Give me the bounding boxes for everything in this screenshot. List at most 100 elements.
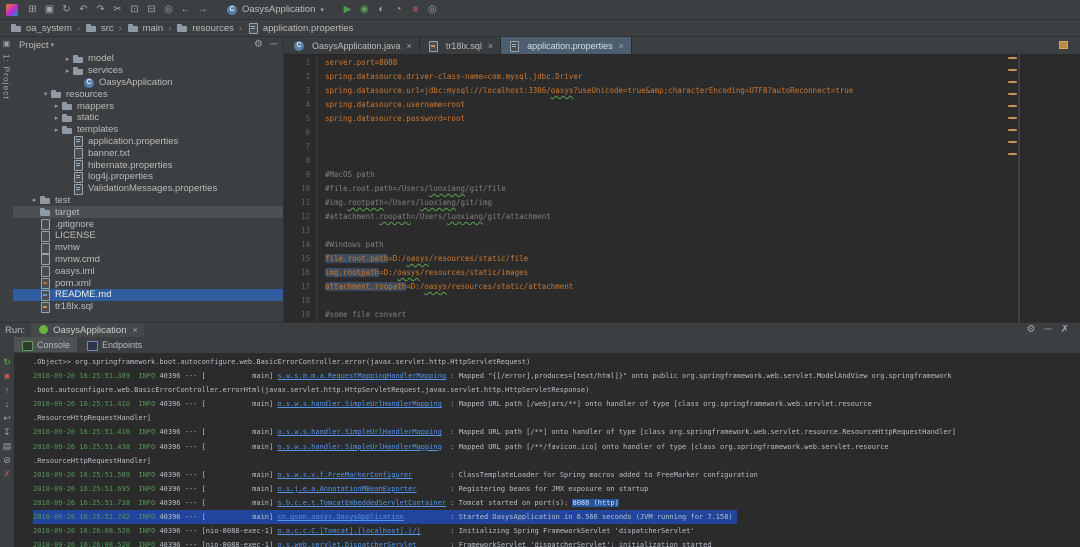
breadcrumb-item-main[interactable]: main: [125, 22, 166, 34]
editor-lines[interactable]: 1server.port=80882spring.datasource.driv…: [284, 54, 1080, 322]
stripe-mark[interactable]: [1008, 117, 1017, 119]
console-line[interactable]: 2018-09-26 16:25:51.589 INFO 40396 --- […: [33, 468, 1080, 482]
settings-gear-icon[interactable]: ⚙: [1027, 323, 1036, 337]
soft-wrap-icon[interactable]: ↩: [3, 413, 11, 423]
console-line[interactable]: 2018-09-26 16:25:51.410 INFO 40396 --- […: [33, 425, 1080, 439]
close-tab-icon[interactable]: ×: [619, 41, 624, 51]
down-stack-icon[interactable]: ↓: [5, 399, 10, 409]
redo-icon[interactable]: ↷: [92, 1, 109, 19]
stripe-mark[interactable]: [1008, 141, 1017, 143]
settings-gear-icon[interactable]: ⚙: [254, 38, 263, 52]
tree-item-mappers[interactable]: ▸mappers: [13, 100, 283, 112]
forward-icon[interactable]: →: [194, 1, 211, 19]
close-tab-icon[interactable]: ×: [407, 41, 412, 51]
paste-icon[interactable]: ⊟: [143, 1, 160, 19]
stripe-mark[interactable]: [1008, 57, 1017, 59]
open-icon[interactable]: ⊞: [24, 1, 41, 19]
breadcrumb-item-application.properties[interactable]: application.properties: [245, 22, 355, 34]
editor-scrollbar[interactable]: [1018, 54, 1020, 322]
stripe-mark[interactable]: [1008, 69, 1017, 71]
tab-application.properties[interactable]: application.properties×: [501, 37, 632, 54]
stripe-mark[interactable]: [1008, 129, 1017, 131]
console-line[interactable]: 2018-09-26 16:25:51.389 INFO 40396 --- […: [33, 369, 1080, 383]
minimize-icon[interactable]: ─: [1045, 323, 1052, 337]
tree-item-model[interactable]: ▸model: [13, 53, 283, 65]
tab-tr18lx.sql[interactable]: tr18lx.sql×: [420, 37, 501, 54]
up-stack-icon[interactable]: ↑: [5, 385, 10, 395]
chevron-down-icon[interactable]: ▾: [51, 41, 55, 49]
tree-item-application.properties[interactable]: application.properties: [13, 136, 283, 148]
code-text[interactable]: img.rootpath=D:/oasys/resources/static/i…: [317, 266, 1080, 280]
stripe-mark[interactable]: [1008, 105, 1017, 107]
search-everywhere-icon[interactable]: ◎: [424, 1, 441, 19]
tree-item-resources[interactable]: ▾resources: [13, 88, 283, 100]
code-text[interactable]: [317, 224, 1080, 238]
find-icon[interactable]: ◎: [160, 1, 177, 19]
code-text[interactable]: #Windows path: [317, 238, 1080, 252]
run-icon[interactable]: ▶: [339, 1, 356, 19]
code-text[interactable]: attachment.roopath=D:/oasys/resources/st…: [317, 280, 1080, 294]
undo-icon[interactable]: ↶: [75, 1, 92, 19]
tree-item-test[interactable]: ▸test: [13, 195, 283, 207]
clear-icon[interactable]: ⊘: [3, 455, 11, 465]
tree-item-ValidationMessages.properties[interactable]: ValidationMessages.properties: [13, 183, 283, 195]
code-text[interactable]: #attachment.roopath=/Users/luoxiang/git/…: [317, 210, 1080, 224]
tree-item-mvnw.cmd[interactable]: mvnw.cmd: [13, 254, 283, 266]
close-tab-icon[interactable]: ×: [132, 325, 137, 335]
tree-item-banner.txt[interactable]: banner.txt: [13, 147, 283, 159]
tree-item-tr18lx.sql[interactable]: tr18lx.sql: [13, 301, 283, 313]
stripe-mark[interactable]: [1008, 153, 1017, 155]
console-output[interactable]: .Object>> org.springframework.boot.autoc…: [14, 353, 1080, 547]
tree-item-services[interactable]: ▸services: [13, 65, 283, 77]
tree-item-static[interactable]: ▸static: [13, 112, 283, 124]
cut-icon[interactable]: ✂: [109, 1, 126, 19]
breadcrumb-item-oa_system[interactable]: oa_system: [8, 22, 74, 34]
sync-icon[interactable]: ↻: [58, 1, 75, 19]
back-icon[interactable]: ←: [177, 1, 194, 19]
tree-item-pom.xml[interactable]: pom.xml: [13, 277, 283, 289]
console-line[interactable]: 2018-09-26 16:25:51.695 INFO 40396 --- […: [33, 482, 1080, 496]
console-line[interactable]: .Object>> org.springframework.boot.autoc…: [33, 355, 1080, 369]
breadcrumb-item-resources[interactable]: resources: [174, 22, 236, 34]
tree-item-OasysApplication[interactable]: OasysApplication: [13, 77, 283, 89]
copy-icon[interactable]: ⊡: [126, 1, 143, 19]
tool-window-switcher-icon[interactable]: ▣: [0, 39, 13, 48]
tree-item-log4j.properties[interactable]: log4j.properties: [13, 171, 283, 183]
code-text[interactable]: spring.datasource.driver-class-name=com.…: [317, 70, 1080, 84]
close-icon[interactable]: ✗: [1061, 323, 1069, 337]
debug-icon[interactable]: ◉: [356, 1, 373, 19]
code-text[interactable]: [317, 154, 1080, 168]
console-line[interactable]: 2018-09-26 16:25:51.410 INFO 40396 --- […: [33, 397, 1080, 411]
console-line[interactable]: 2018-09-26 16:25:51.438 INFO 40396 --- […: [33, 440, 1080, 454]
close-icon[interactable]: ✗: [3, 469, 11, 479]
hide-panel-icon[interactable]: ─: [270, 38, 277, 52]
tool-window-button-project[interactable]: 1: Project: [2, 54, 12, 100]
stripe-mark[interactable]: [1008, 81, 1017, 83]
tab-OasysApplication.java[interactable]: OasysApplication.java×: [286, 37, 420, 54]
save-icon[interactable]: ▣: [41, 1, 58, 19]
code-text[interactable]: spring.datasource.password=root: [317, 112, 1080, 126]
code-text[interactable]: [317, 140, 1080, 154]
console-line[interactable]: 2018-09-26 16:25:51.738 INFO 40396 --- […: [33, 496, 1080, 510]
tree-item-hibernate.properties[interactable]: hibernate.properties: [13, 159, 283, 171]
console-line[interactable]: .ResourceHttpRequestHandler]: [33, 454, 1080, 468]
code-text[interactable]: file.root.path=D:/oasys/resources/static…: [317, 252, 1080, 266]
stripe-mark[interactable]: [1008, 93, 1017, 95]
console-line[interactable]: .boot.autoconfigure.web.BasicErrorContro…: [33, 383, 1080, 397]
run-tab[interactable]: OasysApplication×: [31, 323, 144, 337]
print-icon[interactable]: ▤: [3, 441, 12, 451]
code-text[interactable]: #img.rootpath=/Users/luoxiang/git/img: [317, 196, 1080, 210]
tree-item-templates[interactable]: ▸templates: [13, 124, 283, 136]
code-text[interactable]: spring.datasource.username=root: [317, 98, 1080, 112]
tree-item-.gitignore[interactable]: .gitignore: [13, 218, 283, 230]
console-line[interactable]: 2018-09-26 16:25:51.742 INFO 40396 --- […: [33, 510, 737, 524]
coverage-icon[interactable]: ◐: [373, 1, 390, 19]
rerun-icon[interactable]: ↻: [3, 357, 11, 367]
tree-item-target[interactable]: target: [13, 206, 283, 218]
stop-icon[interactable]: ■: [407, 1, 424, 19]
tree-item-mvnw[interactable]: mvnw: [13, 242, 283, 254]
code-text[interactable]: #some file convert: [317, 308, 1080, 322]
code-text[interactable]: [317, 126, 1080, 140]
code-text[interactable]: server.port=8088: [317, 56, 1080, 70]
tab-console[interactable]: Console: [14, 337, 77, 352]
